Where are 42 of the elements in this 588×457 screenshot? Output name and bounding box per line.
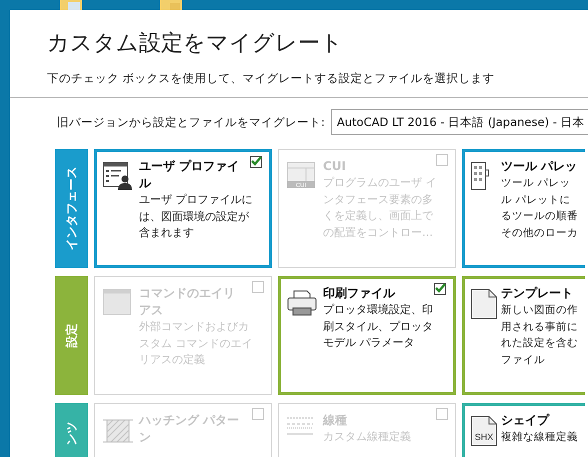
card-description: カスタム線種定義: [323, 429, 412, 445]
folder-icon[interactable]: [60, 0, 82, 10]
checkbox[interactable]: [434, 283, 446, 295]
card-title: コマンドのエイリ アス: [139, 285, 236, 319]
migration-card[interactable]: 印刷ファイル プロッタ環境設定、印 刷スタイル、プロッタ モデル パラメータ: [278, 276, 456, 395]
migration-card[interactable]: ツール パレッ ツール パレッ ル パレットに るツールの順番 その他のローカ: [462, 149, 585, 268]
user-profile-icon: [103, 162, 133, 190]
window-icon: [103, 289, 131, 315]
card-title: テンプレート: [501, 285, 574, 302]
card-title: ツール パレッ: [501, 158, 578, 175]
card-description: ユーザ プロファイルに は、図面環境の設定が 含まれます: [139, 192, 249, 241]
migration-card[interactable]: SHX シェイプ 複雑な線種定義: [462, 403, 585, 457]
category-label: インタフェース: [63, 166, 79, 250]
card-description: 外部コマンドおよびカ スタム コマンドのエイ リアスの定義: [139, 319, 249, 368]
card-description: ツール パレッ ル パレットに るツールの順番 その他のローカ: [501, 176, 578, 240]
printer-icon: [287, 289, 317, 317]
card-description: プログラムのユーザ イ ンタフェース要素の多 くを定義し、画面上で の配置をコントロー…: [323, 175, 433, 240]
shx-file-icon: SHX: [471, 416, 497, 446]
linetype-icon: [287, 416, 313, 436]
card-description: プロッタ環境設定、印 刷スタイル、プロッタ モデル パラメータ: [323, 302, 433, 351]
version-label: 旧バージョンから設定とファイルをマイグレート:: [57, 114, 325, 130]
version-dropdown[interactable]: AutoCAD LT 2016 - 日本語 (Japanese) - 日本: [330, 109, 588, 135]
card-title: CUI: [323, 158, 348, 175]
dialog-title: カスタム設定をマイグレート: [46, 30, 344, 58]
dialog-subtitle: 下のチェック ボックスを使用して、マイグレートする設定とファイルを選択します: [46, 70, 496, 86]
migration-card[interactable]: ユーザ プロファイ ル ユーザ プロファイルに は、図面環境の設定が 含まれます: [94, 149, 272, 268]
tool-palette-icon: [471, 162, 489, 190]
card-description: 複雑な線種定義: [501, 430, 578, 445]
card-title: ユーザ プロファイ ル: [139, 158, 240, 192]
folder-icon[interactable]: [160, 0, 182, 10]
card-description: 新しい図面の作 用される事前に れた設定を含む ファイル: [501, 303, 578, 368]
document-icon: [471, 289, 497, 319]
card-title: ハッチング パター ン: [139, 412, 240, 446]
migration-card[interactable]: テンプレート 新しい図面の作 用される事前に れた設定を含む ファイル: [462, 276, 585, 395]
checkmark-icon: [435, 283, 446, 293]
checkmark-icon: [251, 156, 262, 166]
card-title: 線種: [323, 412, 348, 429]
card-title: シェイプ: [501, 412, 550, 429]
category-label: 設定: [63, 324, 79, 348]
card-title: 印刷ファイル: [323, 285, 396, 302]
checkbox[interactable]: [250, 156, 262, 168]
category-label: ンツ: [63, 421, 79, 445]
